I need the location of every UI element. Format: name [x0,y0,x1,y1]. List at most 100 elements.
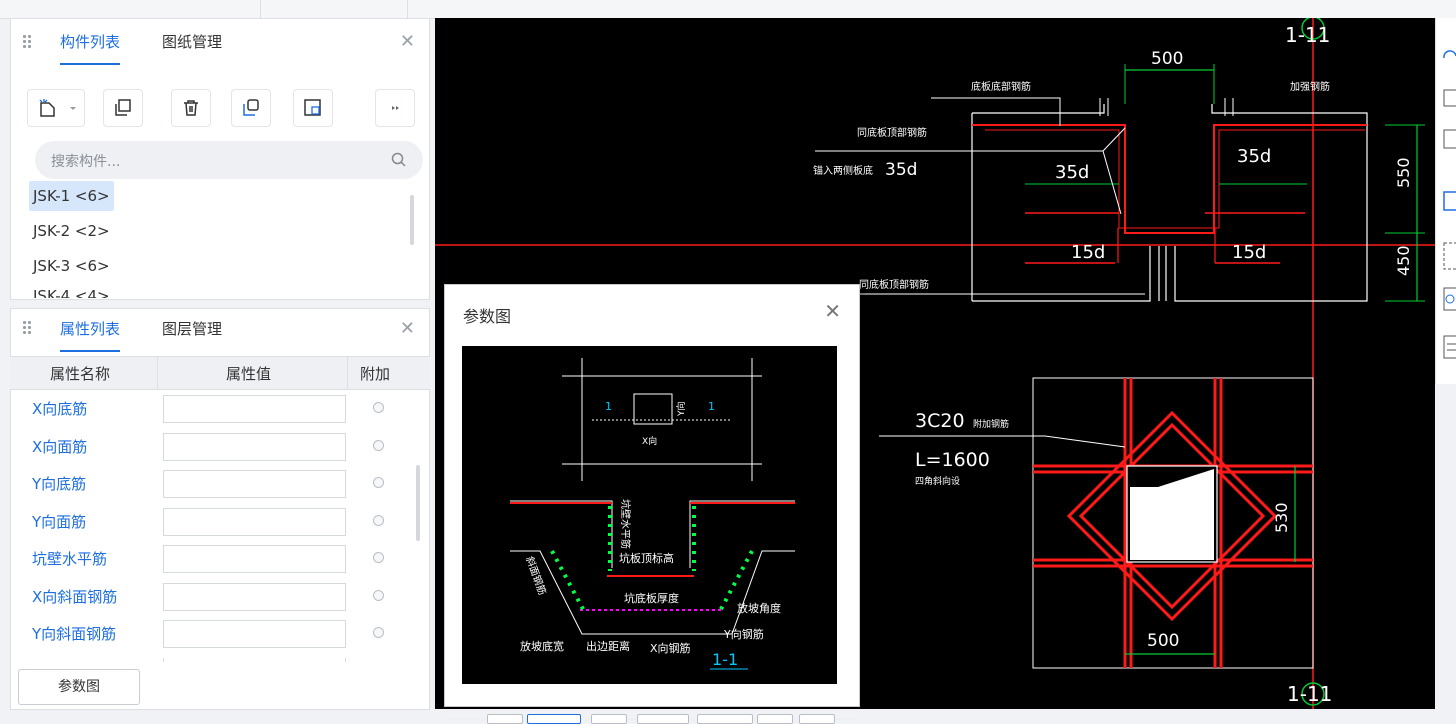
label-anchor-prefix: 锚入两侧板底 [813,164,873,177]
list-item-jsk-2[interactable]: JSK-2 <2> [29,216,114,246]
search-input[interactable]: 搜索构件... [51,151,120,171]
bottom-button-7[interactable] [799,714,835,724]
3d-icon[interactable] [1443,89,1456,107]
copy-button[interactable] [103,89,143,127]
property-row: Y向底筋 [10,464,420,501]
param-figure: 1 1 X向 Y向 坑壁水平筋 斜面钢筋 坑板顶标高 坑底板厚度 放坡角度 Y向… [462,346,837,684]
property-row: X向面筋 [10,427,420,464]
property-value-input[interactable] [163,582,346,611]
property-name: Y向底筋 [32,475,87,493]
extra-radio[interactable] [373,402,384,413]
save-icon [304,99,321,116]
extra-radio[interactable] [373,439,384,451]
close-icon[interactable]: ✕ [400,31,415,53]
bottom-button-1[interactable] [487,714,523,724]
list-scrollbar[interactable] [410,195,414,245]
box-icon[interactable] [1443,129,1456,149]
property-name: X向面筋 [32,437,88,456]
bottom-button-4[interactable] [637,714,689,724]
component-panel-tabs: 构件列表 图纸管理 ✕ [11,19,429,67]
copy-icon [115,99,131,116]
extra-radio[interactable] [373,514,384,526]
box-filled-icon[interactable] [1443,191,1456,211]
property-value-input[interactable] [163,545,346,573]
drag-handle-icon[interactable] [23,321,33,335]
property-value-input[interactable] [163,470,346,498]
drag-handle-icon[interactable] [23,35,33,49]
property-scrollbar[interactable] [416,465,420,541]
delete-button[interactable] [171,89,211,127]
dim-x-label: X向 [642,435,657,447]
property-value-input[interactable] [163,620,346,648]
property-row: X向底筋 [10,389,420,426]
extra-radio[interactable] [373,589,384,601]
list-item-jsk-1[interactable]: JSK-1 <6> [29,181,114,211]
label-length: L=1600 [915,449,990,471]
label-edge-distance: 出边距离 [586,639,630,653]
new-component-button[interactable] [27,89,85,127]
param-figure-drawing: 1 1 X向 Y向 坑壁水平筋 斜面钢筋 坑板顶标高 坑底板厚度 放坡角度 Y向… [510,358,795,670]
dim-15d-right: 15d [1232,242,1266,263]
bottom-button-5[interactable] [697,714,753,724]
tab-component-list[interactable]: 构件列表 [60,31,121,65]
section-marker-top: 1-11 [1285,23,1330,47]
search-bar[interactable]: 搜索构件... [35,141,423,179]
right-toolbar-icons [1443,50,1456,359]
dim-15d-left: 15d [1071,242,1105,263]
dim-530: 530 [1272,502,1291,533]
tab-drawing-management[interactable]: 图纸管理 [162,31,222,53]
list-item-jsk-4[interactable]: JSK-4 <4> [29,286,114,298]
list-icon[interactable] [1443,335,1456,359]
header-property-value: 属性值 [226,365,272,383]
param-figure-button[interactable]: 参数图 [18,669,140,705]
close-icon[interactable]: ✕ [400,318,415,340]
header-property-name: 属性名称 [50,365,111,383]
search-icon[interactable] [391,152,407,168]
cloud-icon[interactable] [1443,50,1456,59]
tab-layer-management[interactable]: 图层管理 [162,318,222,340]
more-icon [392,106,399,110]
list-item-jsk-3[interactable]: JSK-3 <6> [29,251,114,281]
extra-radio[interactable] [373,477,384,488]
bottom-button-6[interactable] [757,714,793,724]
extra-radio[interactable] [373,552,384,563]
more-button[interactable] [375,89,415,127]
label-slope-width: 放坡底宽 [520,639,564,653]
bottom-button-2[interactable] [527,714,581,724]
dim-550: 550 [1394,157,1413,188]
property-name: X向底筋 [32,400,88,418]
label-length-suffix: 四角斜向设 [915,475,960,487]
label-add-rebar: 加强钢筋 [1290,80,1330,93]
top-tab-a[interactable] [10,0,261,18]
tab-property-list[interactable]: 属性列表 [60,318,121,352]
top-tab-b[interactable] [262,0,408,18]
property-name: Y向斜面钢筋 [32,625,117,643]
dim-y-label: Y向 [675,402,687,418]
dim-450: 450 [1394,245,1413,276]
label-bottom-top-elevation: 坑板顶标高 [619,551,674,565]
close-icon[interactable]: ✕ [824,299,841,323]
property-row: X向斜面钢筋 [10,577,420,614]
save-button[interactable] [293,89,333,127]
property-value-input[interactable] [163,507,346,536]
dialog-title: 参数图 [463,307,512,326]
component-panel: 构件列表 图纸管理 ✕ 搜索构件... JSK-1 <6> JSK-2 <2> … [10,18,430,300]
delete-icon [184,100,198,116]
property-value-input[interactable] [163,395,346,423]
property-panel-tabs: 属性列表 图层管理 ✕ [11,309,429,357]
label-same-bottom: 同底板顶部钢筋 [859,278,929,291]
label-3c20: 3C20 [915,410,965,432]
property-row: Y向斜面钢筋 [10,614,420,651]
property-value-input[interactable] [163,432,346,461]
extra-radio[interactable] [373,627,384,638]
bottom-button-3[interactable] [591,714,627,724]
new-component-icon [39,99,55,117]
copy-to-layer-button[interactable] [231,89,271,127]
label-x-rebar: X向钢筋 [650,641,691,655]
rect-select-icon[interactable] [1443,242,1456,270]
dim-500-bottom: 500 [1147,631,1179,651]
top-toolbar [0,0,1456,19]
settings-icon[interactable] [1443,287,1456,311]
property-row: Y向面筋 [10,502,420,539]
right-toolbar [1435,18,1456,384]
